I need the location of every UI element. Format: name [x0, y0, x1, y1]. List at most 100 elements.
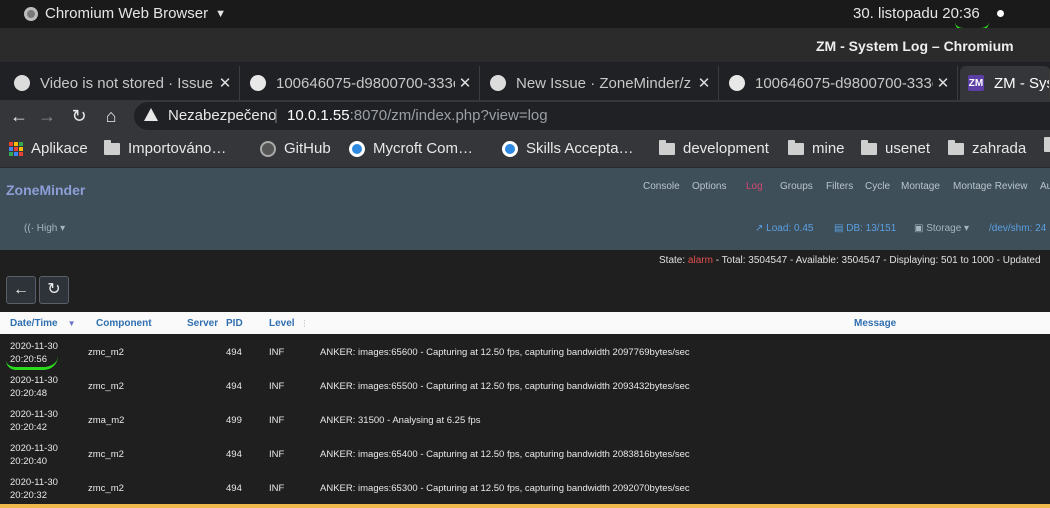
storage-dropdown[interactable]: ▣ Storage ▾: [914, 223, 969, 234]
bookmark-label: GitHub: [284, 140, 331, 157]
column-grip-icon[interactable]: ⋮: [301, 319, 309, 328]
close-icon[interactable]: ✕: [455, 74, 475, 92]
menu-audit[interactable]: Au: [1040, 181, 1050, 192]
cell-level: INF: [269, 415, 285, 426]
sort-desc-icon: ▼: [67, 319, 76, 328]
menu-options[interactable]: Options: [692, 181, 726, 192]
cell-component: zmc_m2: [88, 483, 124, 494]
github-icon: [260, 140, 276, 157]
bandwidth-dropdown[interactable]: ((· High ▾: [24, 223, 65, 234]
bookmark-label: Mycroft Com…: [373, 140, 474, 157]
table-row[interactable]: 2020-11-30 20:20:56 zmc_m2 494 INF ANKER:…: [0, 336, 1050, 370]
database-icon: ▤: [834, 223, 844, 234]
state-line: State: alarm - Total: 3504547 - Availabl…: [659, 255, 1041, 266]
bookmark-overflow[interactable]: [1044, 137, 1050, 152]
zm-navbar: ZoneMinder Console Options Log Groups Fi…: [0, 168, 1050, 250]
state-value[interactable]: alarm: [688, 255, 713, 266]
cell-component: zmc_m2: [88, 347, 124, 358]
col-server[interactable]: Server: [187, 318, 218, 329]
load-indicator: ↗ Load: 0.45: [755, 223, 813, 234]
wifi-icon: ((·: [24, 223, 34, 234]
url-text[interactable]: 10.0.1.55:8070/zm/index.php?view=log: [287, 107, 548, 124]
tab-strip: Video is not stored · Issue ✕ 100646075-…: [0, 62, 1050, 100]
cell-level: INF: [269, 381, 285, 392]
cell-level: INF: [269, 347, 285, 358]
col-level[interactable]: Level ⋮: [269, 318, 309, 329]
cell-message: ANKER: images:65600 - Capturing at 12.50…: [320, 347, 690, 358]
cell-component: zmc_m2: [88, 449, 124, 460]
clock[interactable]: 30. listopadu 20:36: [853, 5, 980, 22]
refresh-button[interactable]: ↻: [39, 276, 69, 304]
cell-component: zma_m2: [88, 415, 125, 426]
address-bar[interactable]: Nezabezpečeno | 10.0.1.55:8070/zm/index.…: [134, 102, 1050, 130]
col-message[interactable]: Message: [854, 318, 896, 329]
bookmarks-bar: Aplikace Importováno… GitHub Mycroft Com…: [0, 132, 1050, 168]
menu-filters[interactable]: Filters: [826, 181, 853, 192]
bookmark-label: Aplikace: [31, 140, 88, 157]
tab-1[interactable]: Video is not stored · Issue ✕: [0, 66, 240, 100]
close-icon[interactable]: ✕: [215, 74, 235, 92]
menu-cycle[interactable]: Cycle: [865, 181, 890, 192]
tab-4[interactable]: 100646075-d9800700-333c ✕: [721, 66, 958, 100]
reload-icon[interactable]: ↻: [66, 104, 92, 128]
back-button[interactable]: ←: [6, 276, 36, 304]
close-icon[interactable]: ✕: [933, 74, 953, 92]
cell-date: 2020-11-30: [10, 409, 58, 420]
menu-montage[interactable]: Montage: [901, 181, 940, 192]
bookmark-skills[interactable]: Skills Accepta…: [502, 140, 634, 157]
folder-icon: [659, 139, 675, 155]
bookmark-zahrada[interactable]: zahrada: [948, 139, 1026, 157]
menu-log[interactable]: Log: [746, 181, 763, 192]
bookmark-mine[interactable]: mine: [788, 139, 845, 157]
bookmark-usenet[interactable]: usenet: [861, 139, 930, 157]
db-indicator: ▤ DB: 13/151: [834, 223, 896, 234]
tab-3[interactable]: New Issue · ZoneMinder/z ✕: [482, 66, 719, 100]
tab-title: 100646075-d9800700-333c: [755, 74, 933, 92]
cell-datetime: 2020-11-30 20:20:42: [10, 408, 80, 433]
menu-groups[interactable]: Groups: [780, 181, 813, 192]
app-menu[interactable]: Chromium Web Browser ▼: [24, 5, 226, 22]
bookmark-development[interactable]: development: [659, 139, 769, 157]
url-path: :8070/zm/index.php?view=log: [349, 107, 548, 124]
cell-pid: 494: [226, 483, 242, 494]
table-row[interactable]: 2020-11-30 20:20:32 zmc_m2 494 INF ANKER:…: [0, 472, 1050, 506]
menu-montage-review[interactable]: Montage Review: [953, 181, 1027, 192]
tab-active[interactable]: ZM ZM - Syst: [960, 66, 1050, 100]
bookmark-mycroft[interactable]: Mycroft Com…: [349, 140, 473, 157]
bookmark-apps[interactable]: Aplikace: [9, 140, 88, 157]
home-icon[interactable]: ⌂: [98, 104, 124, 128]
back-icon[interactable]: ←: [6, 104, 32, 128]
log-table-header: Date/Time ▼ Component Server PID Level ⋮ M…: [0, 312, 1050, 334]
col-datetime[interactable]: Date/Time ▼: [10, 318, 76, 329]
shm-indicator: /dev/shm: 24: [989, 223, 1047, 234]
table-row[interactable]: 2020-11-30 20:20:40 zmc_m2 494 INF ANKER:…: [0, 438, 1050, 472]
toolbar: ← → ↻ ⌂ Nezabezpečeno | 10.0.1.55:8070/z…: [0, 100, 1050, 132]
cell-date: 2020-11-30: [10, 477, 58, 488]
table-row[interactable]: 2020-11-30 20:20:42 zma_m2 499 INF ANKER:…: [0, 404, 1050, 438]
cell-pid: 499: [226, 415, 242, 426]
col-level-label: Level: [269, 318, 295, 329]
bookmark-importovano[interactable]: Importováno…: [104, 139, 226, 157]
system-top-bar: Chromium Web Browser ▼ 30. listopadu 20:…: [0, 0, 1050, 31]
cell-level: INF: [269, 449, 285, 460]
forward-icon[interactable]: →: [34, 104, 60, 128]
apps-grid-icon: [9, 141, 23, 156]
cell-date: 2020-11-30: [10, 443, 58, 454]
table-row[interactable]: 2020-11-30 20:20:48 zmc_m2 494 INF ANKER:…: [0, 370, 1050, 404]
security-label[interactable]: Nezabezpečeno: [168, 107, 276, 124]
bookmark-github[interactable]: GitHub: [260, 140, 331, 157]
close-icon[interactable]: ✕: [694, 74, 714, 92]
separator: |: [274, 107, 278, 124]
cell-time: 20:20:40: [10, 456, 47, 467]
zm-brand[interactable]: ZoneMinder: [6, 182, 85, 198]
col-pid[interactable]: PID: [226, 318, 243, 329]
menu-console[interactable]: Console: [643, 181, 680, 192]
cell-message: ANKER: images:65500 - Capturing at 12.50…: [320, 381, 690, 392]
globe-icon: [250, 75, 266, 91]
annotation-underline: [6, 356, 58, 370]
col-component[interactable]: Component: [96, 318, 152, 329]
folder-icon: [1044, 137, 1050, 152]
col-component-label: Component: [96, 318, 152, 329]
tab-2[interactable]: 100646075-d9800700-333c ✕: [242, 66, 480, 100]
storage-label: Storage: [926, 223, 962, 234]
